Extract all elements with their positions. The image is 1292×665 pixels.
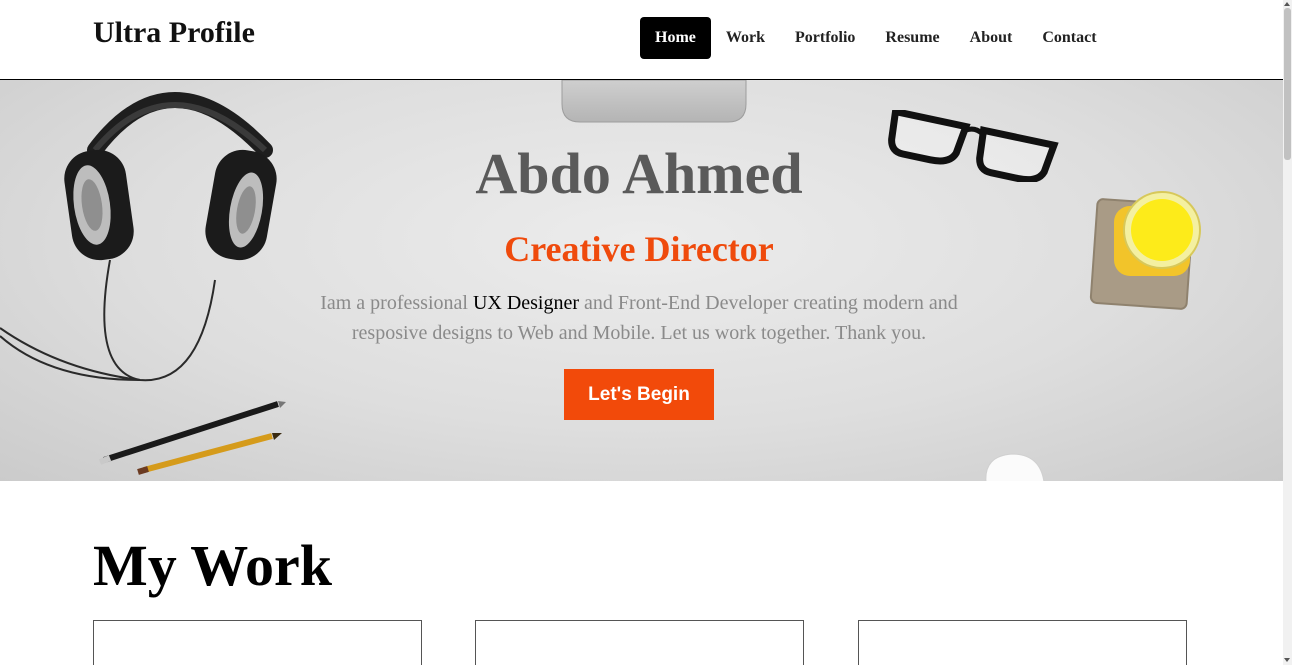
hero-role: Creative Director <box>504 229 774 269</box>
scroll-down-icon[interactable] <box>1284 658 1290 662</box>
work-heading-light: My <box>93 533 191 598</box>
hero-section: Abdo Ahmed Creative Director Iam a profe… <box>0 80 1283 481</box>
nav-home[interactable]: Home <box>640 17 711 59</box>
hero-intro: Iam a professional UX Designer and Front… <box>300 288 978 348</box>
work-card[interactable] <box>93 620 422 665</box>
work-heading-bold: Work <box>190 533 333 598</box>
nav-portfolio[interactable]: Portfolio <box>780 17 870 59</box>
nav-resume[interactable]: Resume <box>870 17 954 59</box>
page: Ultra Profile Home Work Portfolio Resume… <box>0 0 1283 665</box>
main-nav: Home Work Portfolio Resume About Contact <box>640 17 1112 59</box>
mouse-icon <box>985 453 1045 481</box>
hero-name: Abdo Ahmed <box>475 141 803 206</box>
nav-contact[interactable]: Contact <box>1027 17 1111 59</box>
nav-about[interactable]: About <box>955 17 1028 59</box>
hero-intro-start: Iam a professional <box>320 292 473 314</box>
page-scrollbar[interactable] <box>1283 0 1292 665</box>
scroll-thumb[interactable] <box>1284 8 1291 160</box>
monitor-stand-icon <box>561 80 747 123</box>
pencils-icon <box>98 401 286 475</box>
site-logo[interactable]: Ultra Profile <box>93 16 255 50</box>
work-heading: My Work <box>93 532 332 599</box>
site-header: Ultra Profile Home Work Portfolio Resume… <box>0 0 1283 80</box>
nav-work[interactable]: Work <box>711 17 780 59</box>
scroll-up-icon[interactable] <box>1284 2 1290 6</box>
work-card[interactable] <box>475 620 804 665</box>
hero-intro-highlight: UX Designer <box>472 292 580 314</box>
work-card[interactable] <box>858 620 1187 665</box>
lets-begin-button[interactable]: Let's Begin <box>564 369 714 420</box>
